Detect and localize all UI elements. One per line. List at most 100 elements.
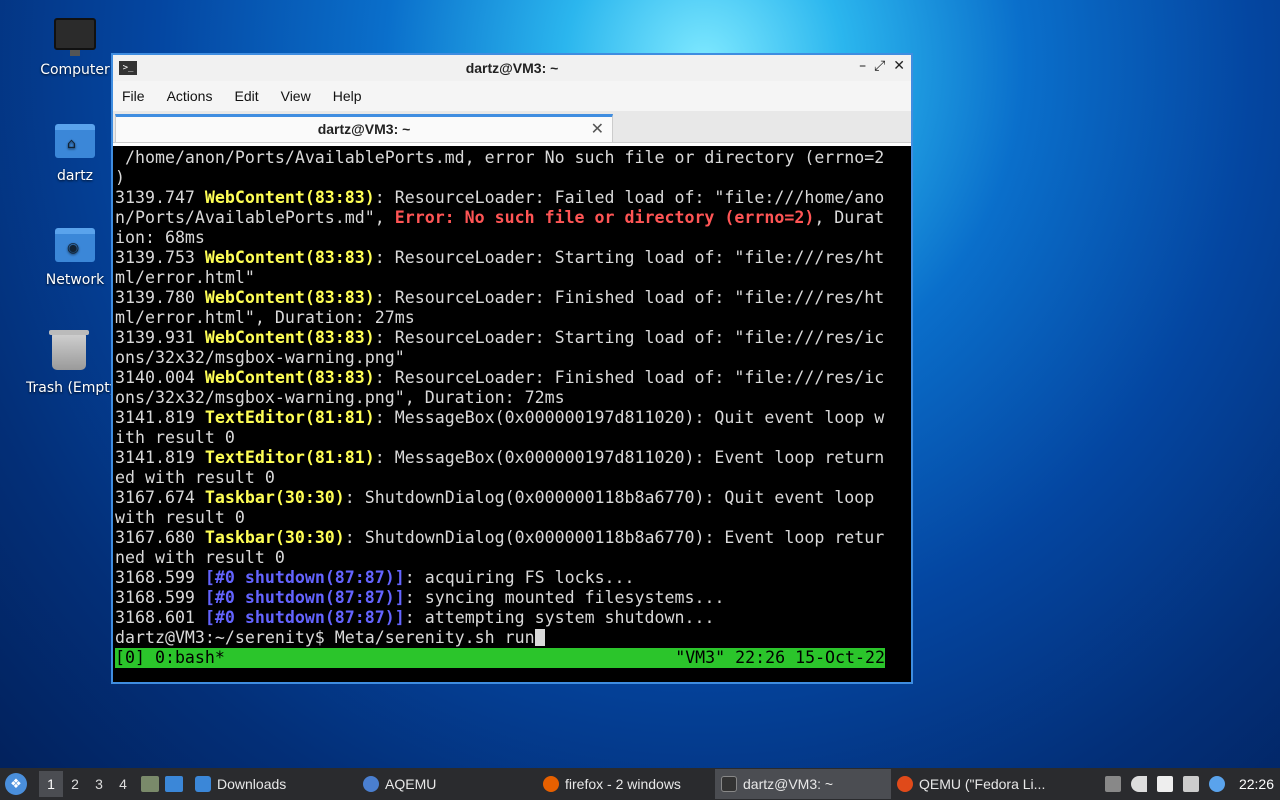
update-notifier-icon[interactable] [1208, 776, 1225, 792]
tab-close-icon[interactable]: ✕ [591, 119, 604, 138]
terminal-line: 3139.753 WebContent(83:83): ResourceLoad… [115, 248, 911, 268]
terminal-text: ml/error.html", Duration: 27ms [115, 308, 415, 327]
terminal-text: ] [394, 608, 405, 627]
clipboard-icon[interactable] [1156, 776, 1173, 792]
workspace-4[interactable]: 4 [111, 771, 135, 797]
terminal-text: WebContent(83:83) [204, 248, 375, 267]
trash-icon [49, 330, 89, 370]
app-menu-icon[interactable]: ❖ [5, 773, 27, 795]
terminal-line: 3167.680 Taskbar(30:30): ShutdownDialog(… [115, 528, 911, 548]
terminal-line: 3168.599 [#0 shutdown(87:87)]: syncing m… [115, 588, 911, 608]
terminal-text: : MessageBox(0x000000197d811020): Event … [374, 448, 885, 467]
terminal-text: [#0 [204, 568, 245, 587]
menu-view[interactable]: View [281, 88, 311, 104]
terminal-text: ml/error.html" [115, 268, 255, 287]
tab-terminal[interactable]: dartz@VM3: ~ ✕ [115, 114, 613, 142]
terminal-text: WebContent(83:83) [204, 188, 375, 207]
workspace-2[interactable]: 2 [63, 771, 87, 797]
terminal-text: Taskbar(30:30) [204, 488, 345, 507]
task-firefox[interactable]: firefox - 2 windows [537, 769, 715, 799]
terminal-line: ons/32x32/msgbox-warning.png", Duration:… [115, 388, 911, 408]
terminal-line: 3167.674 Taskbar(30:30): ShutdownDialog(… [115, 488, 911, 508]
task-label: firefox - 2 windows [565, 776, 681, 792]
workspace-1[interactable]: 1 [39, 771, 63, 797]
menu-help[interactable]: Help [333, 88, 362, 104]
terminal-text: 3168.601 [115, 608, 205, 627]
terminal-text: , Durat [814, 208, 885, 227]
terminal-text: 3141.819 [115, 408, 205, 427]
terminal-text: ed with result 0 [115, 468, 275, 487]
desktop-icon-trash[interactable]: Trash (Empty) [26, 330, 112, 396]
terminal-text: : ResourceLoader: Starting load of: "fil… [374, 328, 885, 347]
terminal-text: : ResourceLoader: Finished load of: "fil… [374, 368, 885, 387]
system-tray: 22:26 [1104, 768, 1280, 800]
terminal-text: 3139.780 [115, 288, 205, 307]
task-terminal[interactable]: dartz@VM3: ~ [715, 769, 891, 799]
terminal-text: ) [115, 168, 125, 187]
terminal-prompt-line[interactable]: dartz@VM3:~/serenity$ Meta/serenity.sh r… [115, 628, 911, 648]
terminal-text: shutdown(87:87) [244, 588, 395, 607]
desktop-icon-home[interactable]: ⌂ dartz [30, 124, 120, 184]
task-label: Downloads [217, 776, 287, 792]
terminal-text: shutdown(87:87) [244, 608, 395, 627]
network-folder-icon: ◉ [55, 228, 95, 262]
network-icon[interactable] [1182, 776, 1199, 792]
volume-icon[interactable] [1130, 776, 1147, 792]
tab-label: dartz@VM3: ~ [317, 121, 411, 137]
show-desktop-icon[interactable] [141, 776, 159, 792]
terminal-text: n/Ports/AvailablePorts.md", [115, 208, 395, 227]
terminal-line: ons/32x32/msgbox-warning.png" [115, 348, 911, 368]
terminal-text: WebContent(83:83) [204, 328, 375, 347]
clock[interactable]: 22:26 [1239, 776, 1274, 792]
terminal-line: ) [115, 168, 911, 188]
terminal-line: 3139.931 WebContent(83:83): ResourceLoad… [115, 328, 911, 348]
terminal-line: ed with result 0 [115, 468, 911, 488]
file-manager-icon[interactable] [165, 776, 183, 792]
computer-icon [54, 18, 96, 56]
terminal-line: 3139.747 WebContent(83:83): ResourceLoad… [115, 188, 911, 208]
terminal-line: 3141.819 TextEditor(81:81): MessageBox(0… [115, 448, 911, 468]
terminal-text: 3139.931 [115, 328, 205, 347]
desktop-icon-network[interactable]: ◉ Network [30, 228, 120, 288]
tmux-status-bar: [0] 0:bash* "VM3" 22:26 15-Oct-22 [115, 648, 885, 668]
terminal-text: : ShutdownDialog(0x000000118b8a6770): Qu… [344, 488, 875, 507]
menu-edit[interactable]: Edit [234, 88, 258, 104]
task-qemu[interactable]: QEMU ("Fedora Li... [891, 769, 1063, 799]
aqemu-icon [363, 776, 379, 792]
terminal-text: [#0 [204, 588, 245, 607]
menu-actions[interactable]: Actions [167, 88, 213, 104]
terminal-line: 3168.599 [#0 shutdown(87:87)]: acquiring… [115, 568, 911, 588]
task-aqemu[interactable]: AQEMU [357, 769, 537, 799]
terminal-line: ion: 68ms [115, 228, 911, 248]
terminal-lines: /home/anon/Ports/AvailablePorts.md, erro… [113, 146, 911, 648]
terminal-text: ion: 68ms [115, 228, 205, 247]
close-button[interactable]: ✕ [893, 58, 905, 74]
terminal-text: 3168.599 [115, 568, 205, 587]
terminal-output[interactable]: /home/anon/Ports/AvailablePorts.md, erro… [113, 146, 911, 682]
terminal-window: >_ dartz@VM3: ~ – ⤢ ✕ File Actions Edit … [111, 53, 913, 684]
desktop-icon-computer[interactable]: Computer [30, 18, 120, 78]
menubar: File Actions Edit View Help [113, 81, 911, 111]
workspace-3[interactable]: 3 [87, 771, 111, 797]
maximize-button[interactable]: ⤢ [874, 58, 885, 74]
terminal-text: WebContent(83:83) [204, 288, 375, 307]
terminal-text: 3139.747 [115, 188, 205, 207]
terminal-text: with result 0 [115, 508, 245, 527]
tray-arrow-icon[interactable] [1104, 776, 1121, 792]
task-label: dartz@VM3: ~ [743, 776, 834, 792]
terminal-text: /home/anon/Ports/AvailablePorts.md, erro… [115, 148, 885, 167]
terminal-line: ml/error.html" [115, 268, 911, 288]
terminal-text: : syncing mounted filesystems... [404, 588, 725, 607]
minimize-button[interactable]: – [859, 58, 866, 74]
shell-command: Meta/serenity.sh run [334, 628, 535, 647]
task-downloads[interactable]: Downloads [189, 769, 357, 799]
terminal-line: ned with result 0 [115, 548, 911, 568]
terminal-text: WebContent(83:83) [204, 368, 375, 387]
terminal-text: TextEditor(81:81) [204, 448, 375, 467]
menu-file[interactable]: File [122, 88, 145, 104]
window-titlebar[interactable]: >_ dartz@VM3: ~ – ⤢ ✕ [113, 55, 911, 81]
terminal-text: TextEditor(81:81) [204, 408, 375, 427]
terminal-text: : ResourceLoader: Failed load of: "file:… [374, 188, 885, 207]
terminal-line: 3140.004 WebContent(83:83): ResourceLoad… [115, 368, 911, 388]
terminal-text: ith result 0 [115, 428, 235, 447]
